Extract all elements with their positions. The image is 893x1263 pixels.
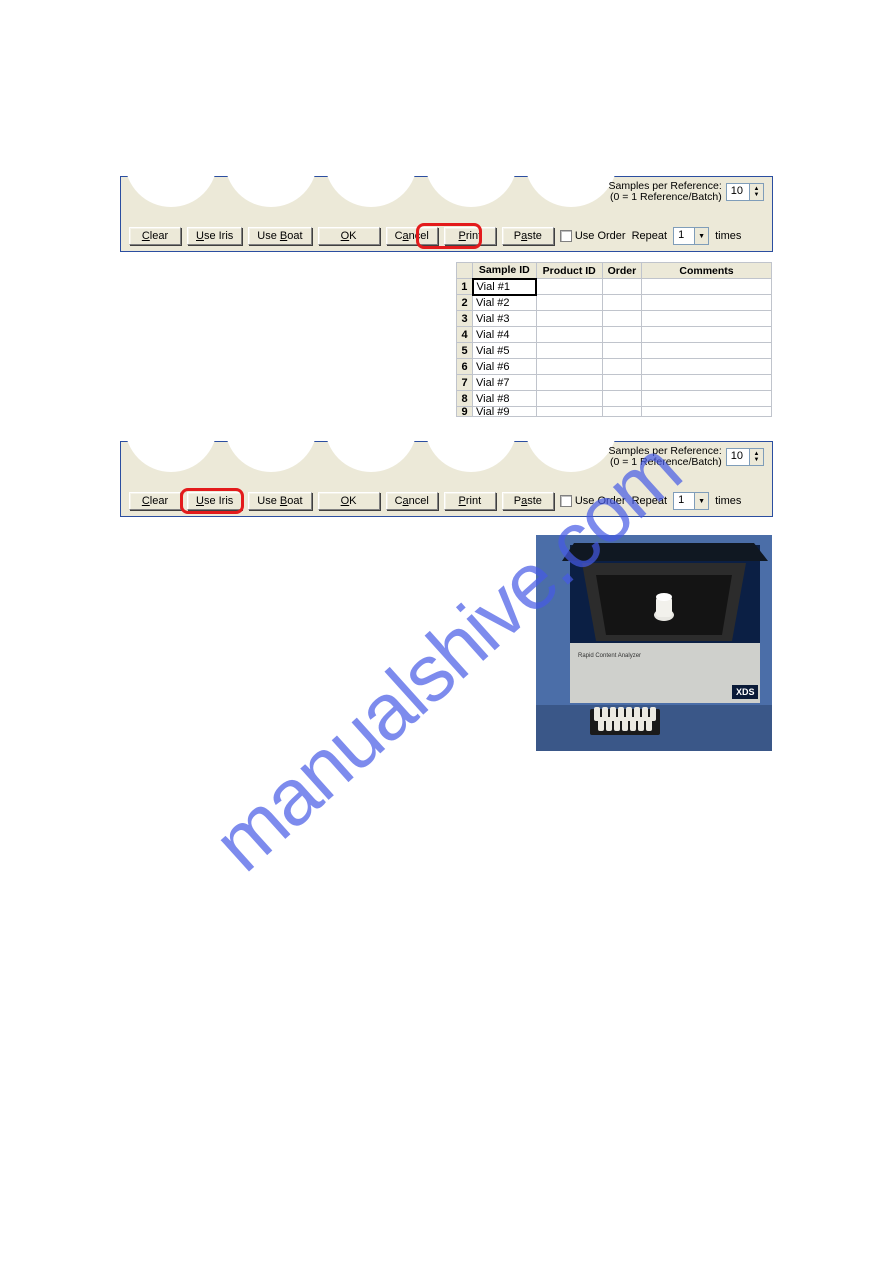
table-row[interactable]: 9Vial #9 — [457, 407, 772, 417]
use-iris-button[interactable]: Use Iris — [187, 492, 242, 510]
col-product-id[interactable]: Product ID — [536, 263, 602, 279]
times-label: times — [715, 230, 741, 242]
table-row[interactable]: 8Vial #8 — [457, 391, 772, 407]
col-sample-id[interactable]: Sample ID — [473, 263, 537, 279]
table-row[interactable]: 4Vial #4 — [457, 327, 772, 343]
table-body: 1Vial #1 2Vial #2 3Vial #3 4Vial #4 5Via… — [457, 279, 772, 417]
spr-label-2: (0 = 1 Reference/Batch) — [609, 192, 722, 203]
print-button[interactable]: Print — [444, 492, 496, 510]
use-order-checkbox[interactable]: Use Order — [560, 495, 626, 507]
table-row[interactable]: 1Vial #1 — [457, 279, 772, 295]
device-label-text: Rapid Content Analyzer — [578, 653, 641, 659]
col-order[interactable]: Order — [602, 263, 641, 279]
cancel-button[interactable]: Cancel — [386, 227, 438, 245]
samples-per-reference: Samples per Reference: (0 = 1 Reference/… — [609, 181, 764, 203]
table-row[interactable]: 6Vial #6 — [457, 359, 772, 375]
repeat-value: 1 — [674, 493, 694, 509]
col-comments[interactable]: Comments — [642, 263, 772, 279]
spr-spinner[interactable]: 10 ▲▼ — [726, 448, 764, 466]
cell-selected: Vial #1 — [473, 279, 537, 295]
use-iris-button[interactable]: Use Iris — [187, 227, 242, 245]
spinner-arrows-icon[interactable]: ▲▼ — [749, 184, 763, 200]
dropdown-arrow-icon[interactable]: ▼ — [694, 493, 708, 509]
table-row[interactable]: 7Vial #7 — [457, 375, 772, 391]
table-row[interactable]: 5Vial #5 — [457, 343, 772, 359]
clear-button[interactable]: Clear — [129, 492, 181, 510]
repeat-combo[interactable]: 1 ▼ — [673, 492, 709, 510]
spinner-arrows-icon[interactable]: ▲▼ — [749, 449, 763, 465]
spr-value: 10 — [727, 184, 749, 200]
repeat-combo[interactable]: 1 ▼ — [673, 227, 709, 245]
paste-button[interactable]: Paste — [502, 492, 554, 510]
ok-button[interactable]: OK — [318, 227, 380, 245]
use-order-checkbox[interactable]: Use Order — [560, 230, 626, 242]
table-header-row: Sample ID Product ID Order Comments — [457, 263, 772, 279]
spr-spinner[interactable]: 10 ▲▼ — [726, 183, 764, 201]
use-order-label: Use Order — [575, 230, 626, 242]
table-corner — [457, 263, 473, 279]
button-bar-1: Samples per Reference: (0 = 1 Reference/… — [120, 176, 773, 252]
button-bar-2: Samples per Reference: (0 = 1 Reference/… — [120, 441, 773, 517]
checkbox-icon — [560, 230, 572, 242]
use-boat-button[interactable]: Use Boat — [248, 492, 311, 510]
samples-per-reference: Samples per Reference: (0 = 1 Reference/… — [609, 446, 764, 468]
spr-label-2: (0 = 1 Reference/Batch) — [609, 457, 722, 468]
paste-button[interactable]: Paste — [502, 227, 554, 245]
sample-table: Sample ID Product ID Order Comments 1Via… — [456, 262, 772, 417]
dropdown-arrow-icon[interactable]: ▼ — [694, 228, 708, 244]
repeat-label: Repeat — [632, 230, 667, 242]
repeat-label: Repeat — [632, 495, 667, 507]
device-photo: Rapid Content Analyzer XDS — [536, 535, 772, 751]
page-content: Samples per Reference: (0 = 1 Reference/… — [0, 0, 893, 751]
repeat-value: 1 — [674, 228, 694, 244]
table-row[interactable]: 3Vial #3 — [457, 311, 772, 327]
checkbox-icon — [560, 495, 572, 507]
cancel-button[interactable]: Cancel — [386, 492, 438, 510]
use-order-label: Use Order — [575, 495, 626, 507]
spr-value: 10 — [727, 449, 749, 465]
use-boat-button[interactable]: Use Boat — [248, 227, 311, 245]
ok-button[interactable]: OK — [318, 492, 380, 510]
clear-button[interactable]: Clear — [129, 227, 181, 245]
times-label: times — [715, 495, 741, 507]
print-button[interactable]: Print — [444, 227, 496, 245]
table-row[interactable]: 2Vial #2 — [457, 295, 772, 311]
svg-text:XDS: XDS — [736, 687, 755, 697]
